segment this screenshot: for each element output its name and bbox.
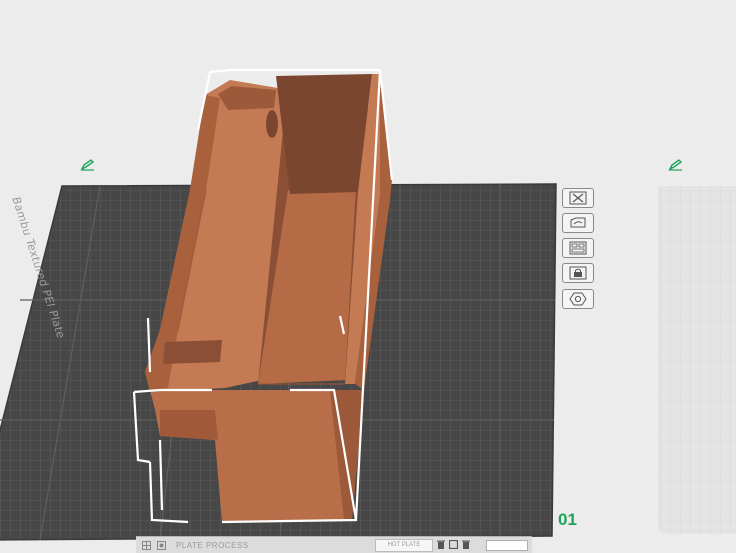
plate-info-bar: PLATE PROCESS HOT PLATE (136, 536, 532, 553)
layout-icon (569, 241, 587, 255)
arrange-icon (570, 217, 586, 228)
plate-index: 01 (558, 510, 577, 529)
edit-plate-name-icon[interactable] (80, 158, 96, 176)
plate-settings-button[interactable] (562, 289, 594, 309)
arrange-plate-button[interactable] (562, 213, 594, 233)
second-build-plate[interactable] (658, 186, 736, 534)
filament-swatch[interactable] (486, 539, 528, 551)
3d-viewport[interactable] (0, 0, 736, 552)
close-icon (569, 191, 587, 205)
plate-type-icon[interactable] (157, 540, 166, 550)
trash-icon-2[interactable] (462, 540, 470, 551)
trash-icon[interactable] (437, 540, 445, 551)
delete-plate-button[interactable] (562, 188, 594, 208)
plate-process-text: PLATE PROCESS (176, 540, 249, 550)
lock-icon (569, 266, 587, 280)
edit-second-plate-name-icon[interactable] (668, 158, 684, 176)
hot-plate-hint: HOT PLATE (375, 538, 433, 552)
auto-orient-plate-button[interactable] (562, 238, 594, 258)
grid-icon[interactable] (142, 540, 151, 550)
lock-plate-button[interactable] (562, 263, 594, 283)
settings-icon (569, 292, 587, 306)
square-icon[interactable] (448, 539, 459, 551)
